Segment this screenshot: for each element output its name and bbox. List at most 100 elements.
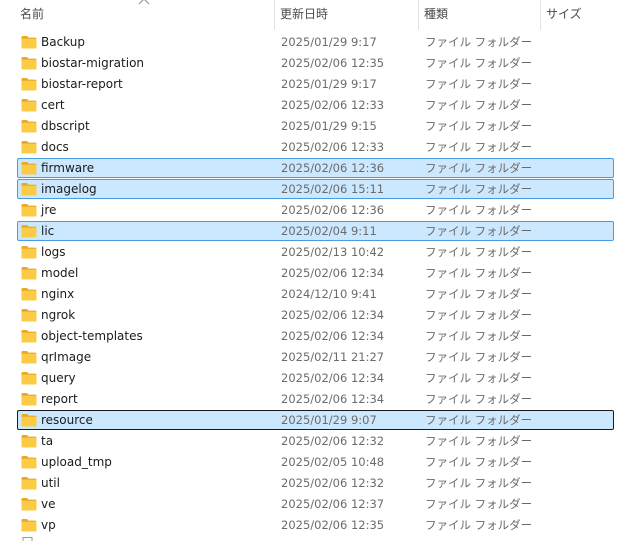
date-modified: 2025/01/29 9:07 <box>281 413 377 427</box>
file-name: logs <box>41 245 66 259</box>
folder-icon <box>21 162 37 175</box>
folder-icon <box>21 36 37 49</box>
folder-icon <box>21 477 37 490</box>
column-header-size[interactable]: サイズ <box>540 0 628 30</box>
file-type: ファイル フォルダー <box>425 350 533 364</box>
folder-icon <box>21 78 37 91</box>
date-modified: 2025/02/06 12:35 <box>281 56 385 70</box>
file-row[interactable]: nginx 2024/12/10 9:41 ファイル フォルダー <box>0 284 628 305</box>
folder-icon <box>21 57 37 70</box>
folder-icon <box>21 456 37 469</box>
file-row[interactable]: ta 2025/02/06 12:32 ファイル フォルダー <box>0 431 628 452</box>
folder-icon <box>21 267 37 280</box>
file-row[interactable]: upload_tmp 2025/02/05 10:48 ファイル フォルダー <box>0 452 628 473</box>
file-type: ファイル フォルダー <box>425 224 533 238</box>
folder-icon <box>21 99 37 112</box>
folder-icon <box>21 519 37 532</box>
file-name: resource <box>41 413 93 427</box>
file-type: ファイル フォルダー <box>425 35 533 49</box>
folder-icon <box>21 225 37 238</box>
file-type: ファイル フォルダー <box>425 161 533 175</box>
date-modified: 2025/02/13 10:42 <box>281 245 385 259</box>
file-row[interactable]: ve 2025/02/06 12:37 ファイル フォルダー <box>0 494 628 515</box>
date-modified: 2025/02/06 12:33 <box>281 140 385 154</box>
date-modified: 2025/02/06 12:34 <box>281 266 385 280</box>
file-row[interactable]: vp 2025/02/06 12:35 ファイル フォルダー <box>0 515 628 536</box>
date-modified: 2025/02/06 12:35 <box>281 518 385 532</box>
file-row[interactable]: lic 2025/02/04 9:11 ファイル フォルダー <box>0 221 628 242</box>
file-row[interactable]: model 2025/02/06 12:34 ファイル フォルダー <box>0 263 628 284</box>
file-type: ファイル フォルダー <box>425 371 533 385</box>
file-row[interactable]: docs 2025/02/06 12:33 ファイル フォルダー <box>0 137 628 158</box>
file-type: ファイル フォルダー <box>425 434 533 448</box>
file-row[interactable]: biostar-migration 2025/02/06 12:35 ファイル フォ… <box>0 53 628 74</box>
file-type: ファイル フォルダー <box>425 392 533 406</box>
folder-icon <box>21 330 37 343</box>
date-modified: 2025/02/11 21:27 <box>281 350 385 364</box>
folder-icon <box>21 246 37 259</box>
folder-icon <box>21 351 37 364</box>
sort-arrow-up-icon <box>138 0 150 5</box>
file-type: ファイル フォルダー <box>425 98 533 112</box>
date-modified: 2025/02/06 12:34 <box>281 329 385 343</box>
file-name: docs <box>41 140 69 154</box>
file-name: qrImage <box>41 350 92 364</box>
date-modified: 2025/02/06 12:32 <box>281 434 385 448</box>
date-modified: 2025/02/05 10:48 <box>281 455 385 469</box>
file-name: biostar-migration <box>41 56 145 70</box>
file-type: ファイル フォルダー <box>425 266 533 280</box>
file-type: ファイル フォルダー <box>425 182 533 196</box>
file-row[interactable]: imagelog 2025/02/06 15:11 ファイル フォルダー <box>0 179 628 200</box>
file-list: Backup 2025/01/29 9:17 ファイル フォルダー biostar-m… <box>0 32 628 536</box>
folder-icon <box>21 204 37 217</box>
file-type: ファイル フォルダー <box>425 56 533 70</box>
file-explorer-details-view: 名前 更新日時 種類 サイズ Backup 2025/01/29 9:17 ファイル… <box>0 0 628 541</box>
date-modified: 2025/02/06 12:34 <box>281 392 385 406</box>
file-row[interactable]: object-templates 2025/02/06 12:34 ファイル フォル… <box>0 326 628 347</box>
file-row[interactable]: logs 2025/02/13 10:42 ファイル フォルダー <box>0 242 628 263</box>
file-name: upload_tmp <box>41 455 112 469</box>
file-row[interactable]: resource 2025/01/29 9:07 ファイル フォルダー <box>0 410 628 431</box>
file-type: ファイル フォルダー <box>425 203 533 217</box>
file-name: imagelog <box>41 182 97 196</box>
file-row[interactable]: jre 2025/02/06 12:36 ファイル フォルダー <box>0 200 628 221</box>
file-name: report <box>41 392 78 406</box>
folder-icon <box>21 288 37 301</box>
folder-icon <box>21 414 37 427</box>
file-type: ファイル フォルダー <box>425 77 533 91</box>
file-type: ファイル フォルダー <box>425 245 533 259</box>
column-header-type[interactable]: 種類 <box>418 0 540 30</box>
file-name: Backup <box>41 35 85 49</box>
file-name: vp <box>41 518 56 532</box>
folder-icon <box>21 498 37 511</box>
date-modified: 2025/01/29 9:15 <box>281 119 377 133</box>
file-row[interactable]: ngrok 2025/02/06 12:34 ファイル フォルダー <box>0 305 628 326</box>
file-name: ngrok <box>41 308 76 322</box>
file-type: ファイル フォルダー <box>425 518 533 532</box>
file-row[interactable]: cert 2025/02/06 12:33 ファイル フォルダー <box>0 95 628 116</box>
date-modified: 2025/02/06 15:11 <box>281 182 385 196</box>
file-row[interactable]: util 2025/02/06 12:32 ファイル フォルダー <box>0 473 628 494</box>
file-row[interactable]: qrImage 2025/02/11 21:27 ファイル フォルダー <box>0 347 628 368</box>
file-name: jre <box>41 203 57 217</box>
file-name: util <box>41 476 60 490</box>
file-row[interactable]: firmware 2025/02/06 12:36 ファイル フォルダー <box>0 158 628 179</box>
column-header-date-modified[interactable]: 更新日時 <box>274 0 418 30</box>
file-row[interactable]: biostar-report 2025/01/29 9:17 ファイル フォルダー <box>0 74 628 95</box>
date-modified: 2025/02/06 12:37 <box>281 497 385 511</box>
file-name: cert <box>41 98 65 112</box>
file-row[interactable]: query 2025/02/06 12:34 ファイル フォルダー <box>0 368 628 389</box>
file-row[interactable]: Backup 2025/01/29 9:17 ファイル フォルダー <box>0 32 628 53</box>
file-name: nginx <box>41 287 75 301</box>
date-modified: 2024/12/10 9:41 <box>281 287 377 301</box>
file-row[interactable]: report 2025/02/06 12:34 ファイル フォルダー <box>0 389 628 410</box>
date-modified: 2025/02/06 12:34 <box>281 308 385 322</box>
file-type: ファイル フォルダー <box>425 476 533 490</box>
file-type: ファイル フォルダー <box>425 413 533 427</box>
date-modified: 2025/02/06 12:36 <box>281 203 385 217</box>
file-row[interactable]: dbscript 2025/01/29 9:15 ファイル フォルダー <box>0 116 628 137</box>
folder-icon <box>21 372 37 385</box>
file-type: ファイル フォルダー <box>425 455 533 469</box>
date-modified: 2025/02/06 12:33 <box>281 98 385 112</box>
date-modified: 2025/01/29 9:17 <box>281 35 377 49</box>
